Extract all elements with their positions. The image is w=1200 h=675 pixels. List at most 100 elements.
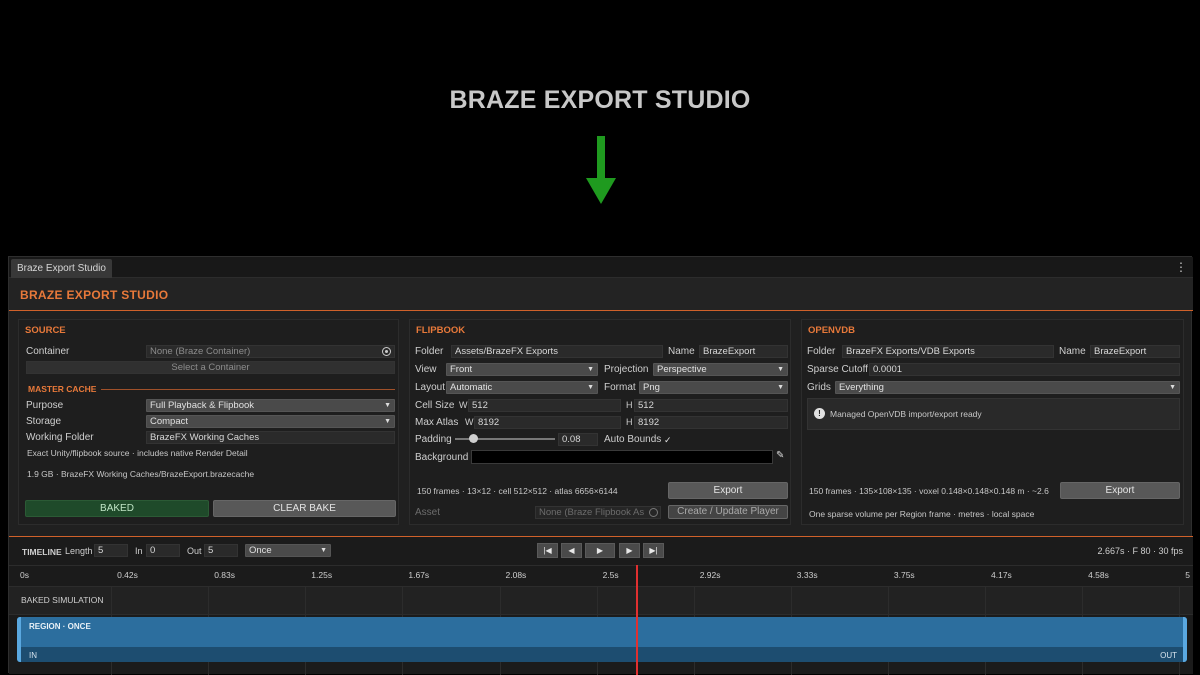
select-container-button[interactable]: Select a Container	[26, 361, 395, 374]
cell-w-label: W	[459, 400, 468, 410]
vdb-status-box: ! Managed OpenVDB import/export ready	[807, 398, 1180, 430]
tick-label: 1.67s	[408, 570, 430, 580]
playhead[interactable]	[635, 565, 638, 675]
timeline: TIMELINE Length 5 In 0 Out 5 Once ▼ |◀ ◀ …	[9, 536, 1193, 675]
atlas-width-field[interactable]: 8192	[474, 416, 621, 429]
flipbook-export-button[interactable]: Export	[668, 482, 788, 499]
vdb-folder-label: Folder	[807, 346, 836, 357]
time-ruler[interactable]	[9, 565, 1193, 587]
background-color-field[interactable]	[471, 450, 773, 464]
app-header: BRAZE EXPORT STUDIO	[9, 278, 1193, 311]
cache-info: 1.9 GB · BrazeFX Working Caches/BrazeExp…	[27, 469, 255, 479]
asset-label: Asset	[415, 507, 441, 518]
storage-value: Compact	[150, 416, 189, 427]
skip-to-end-button[interactable]: ▶|	[643, 543, 664, 558]
max-atlas-label: Max Atlas	[415, 417, 459, 428]
vdb-folder-field[interactable]: BrazeFX Exports/VDB Exports	[842, 345, 1054, 358]
vdb-summary: 150 frames · 135×108×135 · voxel 0.148×0…	[809, 486, 1049, 496]
padding-slider-handle[interactable]	[468, 434, 478, 443]
tab-braze-export-studio[interactable]: Braze Export Studio	[11, 259, 112, 278]
atlas-height-field[interactable]: 8192	[634, 416, 788, 429]
master-cache-header: MASTER CACHE	[28, 384, 97, 394]
eyedropper-icon[interactable]: ✎	[776, 450, 784, 461]
flipbook-header: FLIPBOOK	[416, 325, 466, 336]
object-picker-icon[interactable]	[649, 508, 658, 517]
layout-dropdown[interactable]: Automatic ▼	[446, 381, 598, 394]
grids-dropdown[interactable]: Everything ▼	[835, 381, 1180, 394]
region-handle-right[interactable]	[1183, 617, 1187, 662]
flipbook-folder-field[interactable]: Assets/BrazeFX Exports	[451, 345, 663, 358]
purpose-value: Full Playback & Flipbook	[150, 400, 255, 411]
loop-mode-dropdown[interactable]: Once ▼	[245, 544, 331, 557]
purpose-dropdown[interactable]: Full Playback & Flipbook ▼	[146, 399, 395, 412]
storage-dropdown[interactable]: Compact ▼	[146, 415, 395, 428]
tick-label: 3.75s	[893, 570, 915, 580]
tick-label: 2.5s	[602, 570, 619, 580]
in-label: In	[135, 546, 143, 556]
cell-height-field[interactable]: 512	[634, 399, 788, 412]
view-dropdown[interactable]: Front ▼	[446, 363, 598, 376]
tick-label: 0s	[20, 570, 29, 580]
master-cache-divider	[101, 389, 395, 390]
storage-label: Storage	[26, 416, 62, 427]
working-folder-field[interactable]: BrazeFX Working Caches	[146, 431, 395, 444]
auto-bounds-checkbox[interactable]: ✓	[664, 435, 674, 445]
chevron-down-icon: ▼	[777, 384, 784, 391]
down-arrow-icon	[586, 136, 616, 204]
projection-dropdown[interactable]: Perspective ▼	[653, 363, 788, 376]
view-label: View	[415, 364, 437, 375]
create-update-player-button[interactable]: Create / Update Player	[668, 505, 788, 519]
play-button[interactable]: ▶	[585, 543, 615, 558]
tick-label: 5	[1185, 570, 1190, 580]
tick-label: 4.58s	[1088, 570, 1109, 580]
cell-h-label: H	[626, 400, 633, 410]
auto-bounds-label: Auto Bounds	[604, 434, 662, 445]
vdb-footnote: One sparse volume per Region frame · met…	[809, 509, 1035, 519]
sparse-cutoff-field[interactable]: 0.0001	[869, 363, 1180, 376]
asset-field[interactable]: None (Braze Flipbook As	[535, 506, 661, 519]
vdb-name-field[interactable]: BrazeExport	[1090, 345, 1180, 358]
chevron-down-icon: ▼	[587, 366, 594, 373]
vdb-status-text: Managed OpenVDB import/export ready	[830, 409, 982, 419]
out-field[interactable]: 5	[204, 544, 238, 557]
length-label: Length	[65, 546, 93, 556]
padding-field[interactable]: 0.08	[558, 433, 598, 446]
source-header: SOURCE	[25, 325, 66, 336]
timeline-status: 2.667s · F 80 · 30 fps	[1097, 546, 1183, 556]
format-dropdown[interactable]: Png ▼	[639, 381, 788, 394]
chevron-down-icon: ▼	[320, 547, 327, 554]
object-picker-icon[interactable]	[382, 347, 391, 356]
baked-button[interactable]: BAKED	[25, 500, 209, 517]
flipbook-name-field[interactable]: BrazeExport	[699, 345, 788, 358]
cell-width-field[interactable]: 512	[468, 399, 621, 412]
tick-label: 1.25s	[311, 570, 333, 580]
padding-slider[interactable]	[455, 434, 555, 444]
chevron-down-icon: ▼	[384, 418, 391, 425]
container-field[interactable]: None (Braze Container)	[146, 345, 395, 358]
in-field[interactable]: 0	[146, 544, 180, 557]
info-icon: !	[814, 408, 825, 419]
region-clip[interactable]: REGION · ONCE IN OUT	[17, 617, 1187, 662]
more-menu-icon[interactable]: ⋮	[1175, 260, 1187, 274]
loop-mode-value: Once	[249, 545, 272, 556]
step-forward-button[interactable]: ▶	[619, 543, 640, 558]
atlas-w-label: W	[465, 417, 474, 427]
vdb-name-label: Name	[1059, 346, 1086, 357]
tick-label: 4.17s	[991, 570, 1012, 580]
region-label: REGION · ONCE	[29, 622, 91, 631]
out-label: Out	[187, 546, 202, 556]
tick-label: 0.42s	[117, 570, 138, 580]
clear-bake-button[interactable]: CLEAR BAKE	[213, 500, 396, 517]
skip-to-start-button[interactable]: |◀	[537, 543, 558, 558]
openvdb-header: OPENVDB	[808, 325, 855, 336]
working-folder-label: Working Folder	[26, 432, 94, 443]
openvdb-panel: OPENVDB Folder BrazeFX Exports/VDB Expor…	[801, 319, 1184, 525]
view-value: Front	[450, 364, 473, 375]
layout-label: Layout	[415, 382, 446, 393]
region-lower-band	[21, 647, 1183, 662]
step-back-button[interactable]: ◀	[561, 543, 582, 558]
length-field[interactable]: 5	[94, 544, 128, 557]
vdb-export-button[interactable]: Export	[1060, 482, 1180, 499]
tick-label: 3.33s	[796, 570, 818, 580]
hero-banner: BRAZE EXPORT STUDIO	[0, 0, 1200, 255]
